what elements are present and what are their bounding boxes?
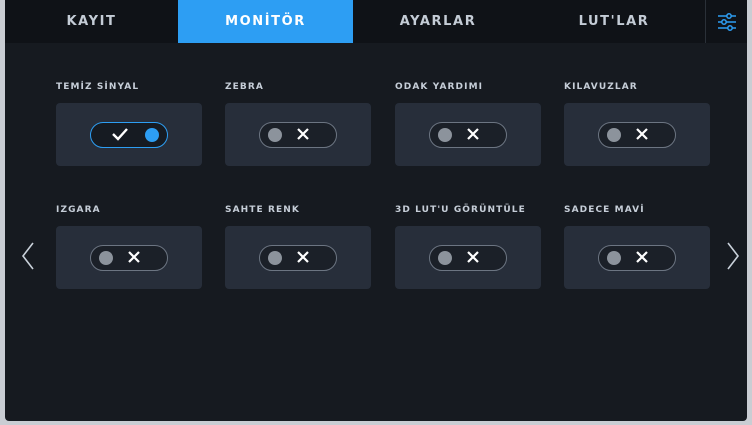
tab-kayit[interactable]: KAYIT [5, 0, 178, 43]
setting-label: TEMİZ SİNYAL [56, 82, 140, 92]
monitor-settings-screen: KAYIT MONİTÖR AYARLAR LUT'LAR TEMİZ SİNY… [5, 0, 747, 421]
toggle-knob [438, 250, 452, 265]
check-icon [111, 123, 129, 146]
setting-label: SADECE MAVİ [564, 205, 645, 215]
setting-card[interactable] [395, 226, 541, 289]
toggle-knob [99, 250, 113, 265]
tab-bar: KAYIT MONİTÖR AYARLAR LUT'LAR [5, 0, 747, 43]
tab-luts[interactable]: LUT'LAR [523, 0, 705, 43]
grid-toggle[interactable] [90, 244, 168, 271]
tab-ayarlar[interactable]: AYARLAR [353, 0, 523, 43]
false-color-toggle[interactable] [259, 244, 337, 271]
toggle-knob [268, 250, 282, 265]
x-icon [466, 246, 480, 269]
x-icon [635, 246, 649, 269]
toggle-knob [438, 127, 452, 142]
setting-label: ODAK YARDIMI [395, 82, 484, 92]
x-icon [466, 123, 480, 146]
setting-card[interactable] [225, 103, 371, 166]
setting-label: KILAVUZLAR [564, 82, 638, 92]
blue-only-toggle[interactable] [598, 244, 676, 271]
setting-card[interactable] [564, 226, 710, 289]
clean-feed-toggle[interactable] [90, 121, 168, 148]
display-3d-lut-toggle[interactable] [429, 244, 507, 271]
focus-assist-toggle[interactable] [429, 121, 507, 148]
next-page-button[interactable] [723, 238, 743, 274]
x-icon [127, 246, 141, 269]
prev-page-button[interactable] [18, 238, 38, 274]
x-icon [296, 123, 310, 146]
toggle-knob [268, 127, 282, 142]
setting-label: 3D LUT'U GÖRÜNTÜLE [395, 205, 526, 215]
chevron-left-icon [21, 242, 34, 270]
setting-label: IZGARA [56, 205, 101, 215]
tab-monitor[interactable]: MONİTÖR [178, 0, 353, 43]
chevron-right-icon [727, 242, 740, 270]
setting-card[interactable] [56, 103, 202, 166]
x-icon [296, 246, 310, 269]
toggle-knob [145, 127, 159, 142]
zebra-toggle[interactable] [259, 121, 337, 148]
setting-label: ZEBRA [225, 82, 264, 92]
setting-label: SAHTE RENK [225, 205, 300, 215]
setting-card[interactable] [56, 226, 202, 289]
toggle-knob [607, 127, 621, 142]
settings-menu-button[interactable] [705, 0, 747, 43]
setting-card[interactable] [564, 103, 710, 166]
toggle-knob [607, 250, 621, 265]
setting-card[interactable] [225, 226, 371, 289]
sliders-icon [717, 12, 736, 31]
x-icon [635, 123, 649, 146]
setting-card[interactable] [395, 103, 541, 166]
guides-toggle[interactable] [598, 121, 676, 148]
